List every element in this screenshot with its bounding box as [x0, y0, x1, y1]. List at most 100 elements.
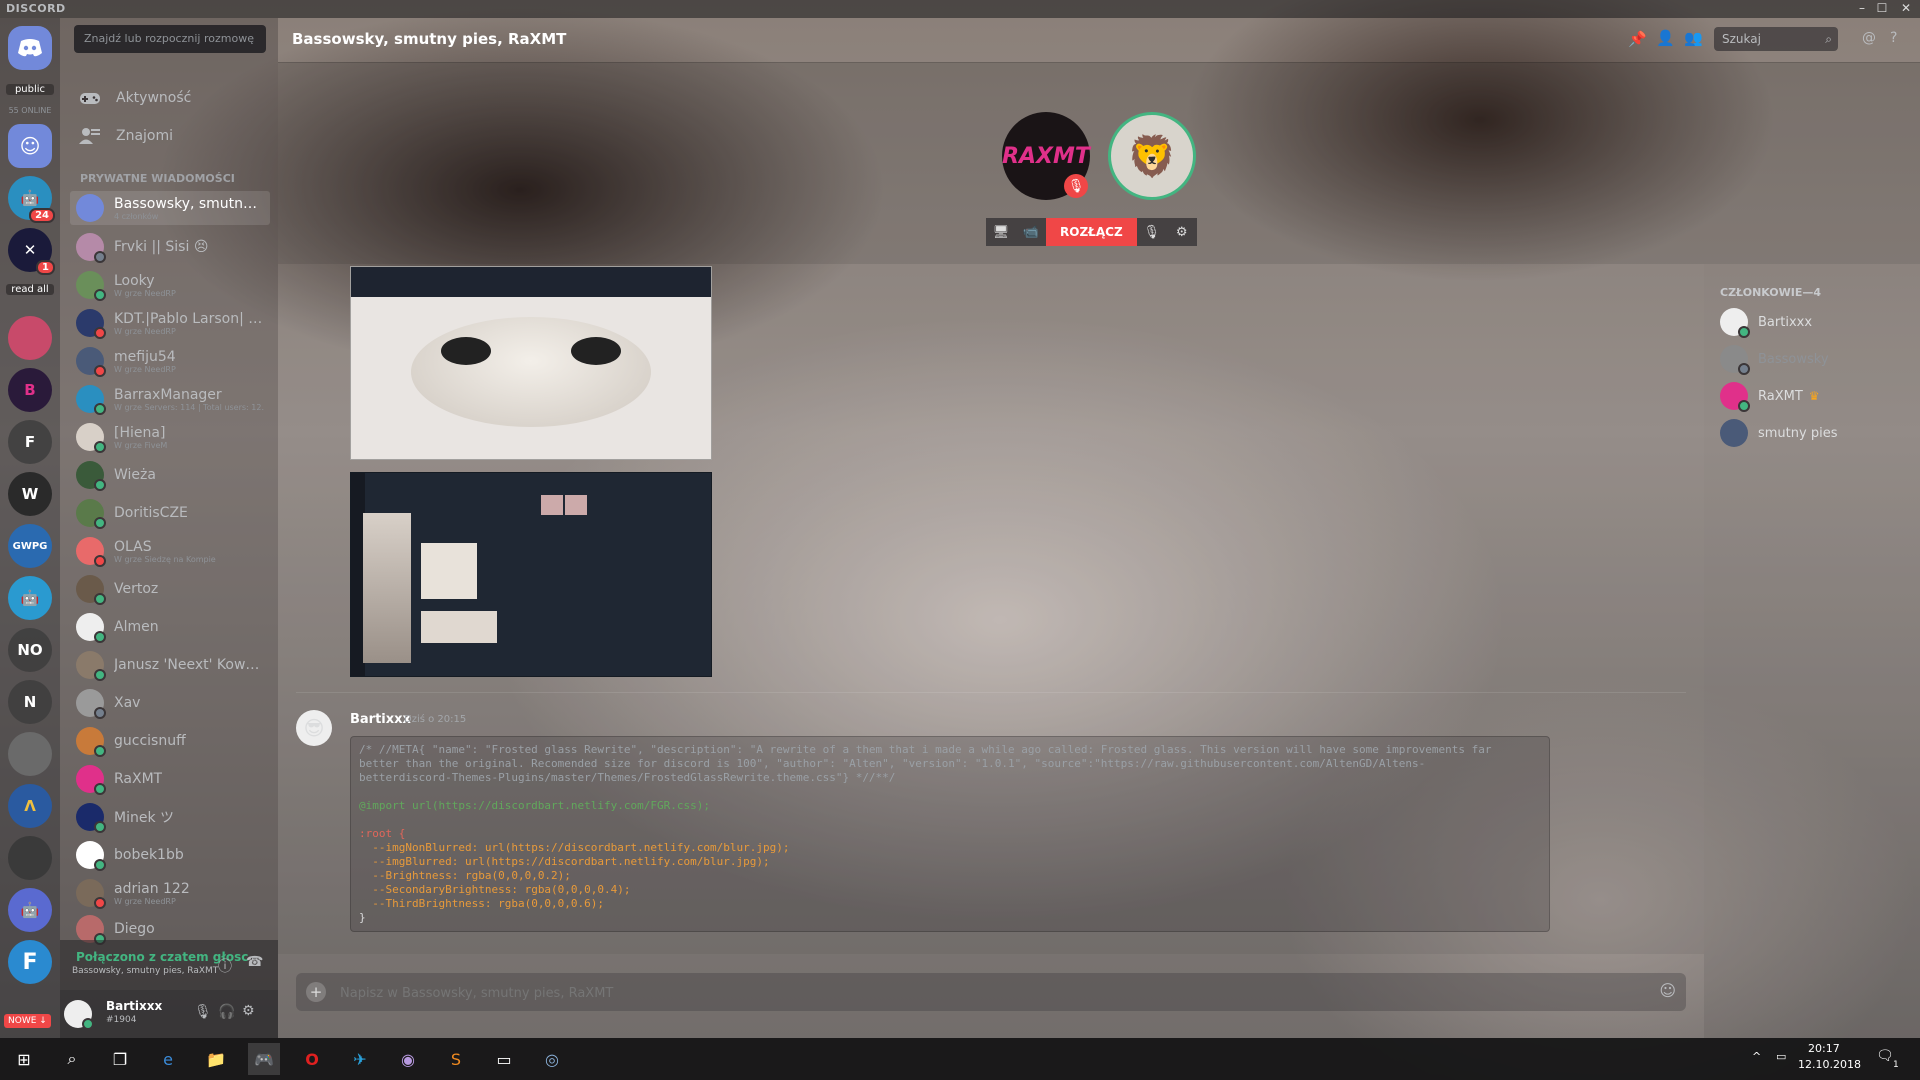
avatar	[76, 271, 106, 301]
read-all-button[interactable]: read all	[6, 284, 54, 295]
info-icon[interactable]: ⓘ	[218, 956, 232, 976]
dm-item[interactable]: guccisnuff	[70, 724, 270, 758]
edge-browser-icon[interactable]: e	[152, 1043, 184, 1075]
server-icon[interactable]: W	[8, 472, 52, 516]
member-item[interactable]: Bartixxx	[1720, 306, 1812, 338]
server-icon[interactable]	[8, 316, 52, 360]
microphone-icon[interactable]: 🎙	[1136, 218, 1167, 246]
server-icon[interactable]: Λ	[8, 784, 52, 828]
server-icon[interactable]: N	[8, 680, 52, 724]
member-item[interactable]: Bassowsky	[1720, 343, 1829, 375]
sublime-text-icon[interactable]: S	[440, 1043, 472, 1075]
pin-icon[interactable]: 📌	[1628, 30, 1647, 48]
call-participant-avatar[interactable]: RAXMT 🎙	[1002, 112, 1090, 200]
tray-chevron-up-icon[interactable]: ^	[1752, 1050, 1761, 1063]
server-x-icon[interactable]: ✕ 1	[8, 228, 55, 275]
server-icon[interactable]: B	[8, 368, 52, 412]
dm-item[interactable]: DoritisCZE	[70, 496, 270, 530]
dm-search-input[interactable]: Znajdź lub rozpocznij rozmowę	[74, 25, 266, 53]
mention-icon[interactable]: @	[1862, 30, 1876, 46]
settings-gear-icon[interactable]: ⚙	[242, 1003, 255, 1019]
microphone-icon[interactable]: 🎙	[194, 1004, 212, 1020]
image-attachment[interactable]	[350, 472, 712, 677]
opera-browser-icon[interactable]: O	[296, 1043, 328, 1075]
message-input[interactable]	[338, 979, 1642, 1007]
dm-item[interactable]: [Hiena] W grze FiveM	[70, 420, 270, 454]
dm-item[interactable]: Bassowsky, smutny pies...4 członków	[70, 191, 270, 225]
dm-item[interactable]: adrian 122 W grze NeedRP	[70, 876, 270, 910]
dm-item[interactable]: Janusz 'Neext' Kowalsky	[70, 648, 270, 682]
dm-item[interactable]: Almen	[70, 610, 270, 644]
member-item[interactable]: smutny pies	[1720, 417, 1837, 449]
message-author[interactable]: Bartixxx	[350, 712, 411, 727]
disconnect-call-icon[interactable]: ☎	[246, 954, 263, 970]
friends-icon	[79, 128, 100, 144]
search-icon[interactable]: ⌕	[56, 1043, 88, 1075]
add-member-icon[interactable]: 👤	[1656, 29, 1675, 47]
activity-link[interactable]: Aktywność	[74, 82, 270, 114]
friends-link[interactable]: Znajomi	[74, 120, 270, 152]
call-participant-avatar[interactable]: 🦁	[1108, 112, 1196, 200]
group-dm-icon[interactable]: ☺	[8, 124, 52, 168]
windows-start-icon[interactable]: ⊞	[8, 1043, 40, 1075]
clock-date[interactable]: 12.10.2018	[1798, 1058, 1861, 1071]
status-indicator-icon	[1738, 400, 1750, 412]
discord-taskbar-icon[interactable]: 🎮	[248, 1043, 280, 1075]
server-icon[interactable]	[8, 732, 52, 776]
server-bot-icon[interactable]: 🤖	[8, 576, 52, 620]
home-button[interactable]	[8, 26, 52, 70]
notification-center-icon[interactable]: 🗨	[1876, 1048, 1894, 1064]
server-bot-icon[interactable]: 🤖 24	[8, 176, 55, 223]
settings-gear-icon[interactable]: ⚙	[1166, 218, 1197, 246]
image-attachment[interactable]	[350, 266, 712, 460]
dm-subtitle: W grze NeedRP	[114, 326, 176, 336]
code-line: --Brightness: rgba(0,0,0,0.2);	[359, 869, 571, 882]
member-item[interactable]: RaXMT ♛	[1720, 380, 1820, 412]
server-icon[interactable]: NO	[8, 628, 52, 672]
video-camera-icon[interactable]: 📹	[1016, 218, 1046, 246]
dm-item[interactable]: Minek ツ	[70, 800, 270, 834]
server-bot-icon[interactable]: 🤖	[8, 888, 52, 932]
server-icon[interactable]	[8, 836, 52, 880]
help-icon[interactable]: ?	[1890, 30, 1897, 46]
dm-item[interactable]: Frvki || Sisi 😣	[70, 230, 270, 264]
dm-item[interactable]: mefiju54 W grze NeedRP	[70, 344, 270, 378]
clock-time[interactable]: 20:17	[1808, 1042, 1840, 1055]
headphones-icon[interactable]: 🎧	[218, 1004, 235, 1020]
steam-icon[interactable]: ◎	[536, 1043, 568, 1075]
network-icon[interactable]: ▭	[1776, 1050, 1786, 1063]
dm-item[interactable]: Xav	[70, 686, 270, 720]
media-app-icon[interactable]: ◉	[392, 1043, 424, 1075]
member-list-icon[interactable]: 👥	[1684, 29, 1703, 47]
dm-item[interactable]: RaXMT	[70, 762, 270, 796]
new-messages-badge[interactable]: NOWE ↓	[4, 1014, 51, 1028]
dm-text: Almen	[114, 619, 159, 635]
emoji-icon[interactable]: ☺	[1659, 981, 1676, 1000]
server-icon[interactable]: F	[8, 940, 52, 984]
author-avatar[interactable]: 😎	[296, 710, 332, 746]
minimize-button[interactable]: –	[1852, 1, 1872, 15]
upload-plus-icon[interactable]: +	[306, 982, 326, 1002]
screen-share-icon[interactable]: 🖥	[986, 218, 1016, 246]
dm-item[interactable]: bobek1bb	[70, 838, 270, 872]
task-view-icon[interactable]: ❐	[104, 1043, 136, 1075]
header-search-input[interactable]: Szukaj ⌕	[1714, 27, 1838, 51]
server-icon[interactable]: GWPG	[8, 524, 52, 568]
dm-item[interactable]: Vertoz	[70, 572, 270, 606]
server-icon[interactable]: F	[8, 420, 52, 464]
terminal-icon[interactable]: ▭	[488, 1043, 520, 1075]
dm-item[interactable]: Wieża	[70, 458, 270, 492]
close-button[interactable]: ✕	[1896, 1, 1916, 15]
dm-item[interactable]: BarraxManager W grze Servers: 114 | Total…	[70, 382, 270, 416]
call-controls: 🖥 📹 ROZŁĄCZ 🎙 ⚙	[986, 218, 1197, 246]
telegram-icon[interactable]: ✈	[344, 1043, 376, 1075]
dm-item[interactable]: OLAS W grze Siedzę na Kompie	[70, 534, 270, 568]
avatar[interactable]	[64, 1000, 94, 1030]
disconnect-button[interactable]: ROZŁĄCZ	[1046, 218, 1137, 246]
public-label: public	[6, 84, 54, 95]
maximize-button[interactable]: ☐	[1872, 1, 1892, 15]
dm-item[interactable]: KDT.|Pablo Larson| 658...W grze NeedRP	[70, 306, 270, 340]
file-explorer-icon[interactable]: 📁	[200, 1043, 232, 1075]
dm-item[interactable]: Looky W grze NeedRP	[70, 268, 270, 302]
status-indicator-icon	[94, 365, 106, 377]
